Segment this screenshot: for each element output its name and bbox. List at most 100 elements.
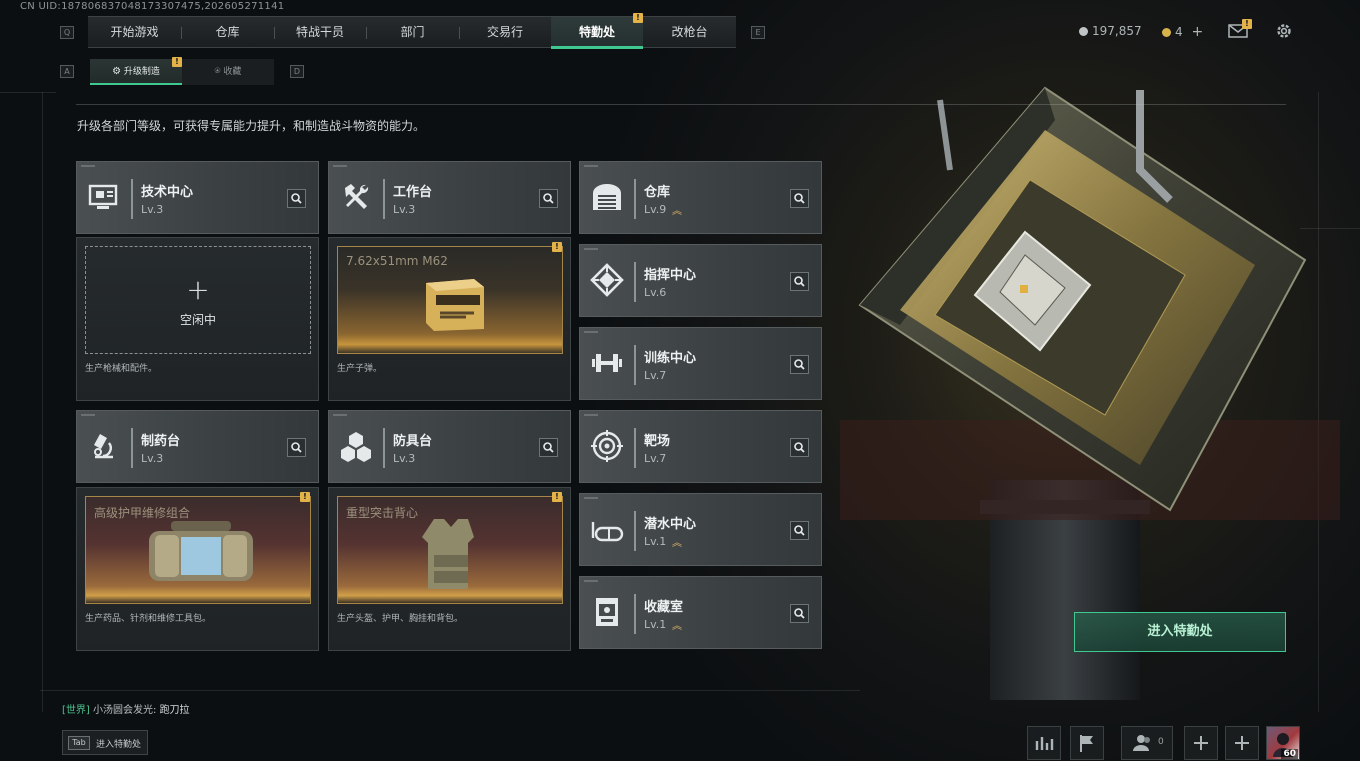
crafting-item-name: 7.62x51mm M62 (346, 254, 448, 268)
inspect-button[interactable] (790, 189, 809, 208)
mail-notice-badge: ! (1242, 19, 1252, 29)
card-divider (383, 179, 385, 219)
card-divider (131, 428, 133, 468)
subtab-collection-label: 收藏 (223, 67, 242, 77)
monitor-chip-icon (87, 180, 121, 214)
nav-tab-trading[interactable]: 交易行 (459, 17, 551, 48)
station-card-workbench[interactable]: 工作台 Lv.3 (328, 161, 571, 234)
nav-tab-gunsmith[interactable]: 改枪台 (643, 17, 736, 48)
coin-icon (1079, 27, 1088, 36)
station-name: 靶场 (644, 434, 671, 449)
station-card-training-center[interactable]: 训练中心 Lv.7 (579, 327, 822, 400)
upgrade-available-icon: ︽ (672, 538, 682, 549)
station-level: Lv.9 (644, 203, 667, 216)
station-name: 工作台 (393, 185, 433, 200)
add-slot-button[interactable] (1225, 726, 1259, 760)
tab-shortcut-hint[interactable]: Tab 进入特勤处 (62, 730, 148, 755)
settings-gear-icon[interactable] (1275, 22, 1293, 40)
card-corner-mark (584, 248, 598, 250)
production-desc: 生产枪械和配件。 (85, 364, 158, 374)
stats-button[interactable] (1027, 726, 1061, 760)
flag-icon (1080, 735, 1093, 752)
ammo-box-image (426, 279, 484, 331)
station-card-tech-center[interactable]: 技术中心 Lv.3 (76, 161, 319, 234)
add-token-button[interactable]: + (1191, 24, 1203, 40)
player-uid: CN UID:187806837048173307475,20260527114… (20, 1, 285, 12)
card-divider (383, 428, 385, 468)
card-corner-mark (81, 165, 95, 167)
magnifier-icon (794, 442, 805, 453)
idle-slot[interactable]: + 空闲中 (85, 246, 311, 354)
station-card-command-center[interactable]: 指挥中心 Lv.6 (579, 244, 822, 317)
card-corner-mark (584, 165, 598, 167)
inspect-button[interactable] (287, 438, 306, 457)
card-corner-mark (584, 580, 598, 582)
world-chat-line[interactable]: [世界] 小汤圆会发光: 跑刀拉 (62, 701, 190, 716)
crafting-item-window[interactable]: 7.62x51mm M62 (337, 246, 563, 354)
production-slot-armor-bench[interactable]: 重型突击背心 ! 生产头盔、护甲、胸挂和背包。 (328, 487, 571, 651)
station-level: Lv.6 (644, 286, 667, 299)
card-corner-mark (81, 414, 95, 416)
upgrade-available-icon: ︽ (672, 206, 682, 217)
subtab-upgrade-craft[interactable]: ⚙ 升级制造 (90, 59, 182, 85)
token-amount: 4 (1175, 25, 1183, 39)
gear-plus-icon: ⚙ (112, 66, 122, 77)
station-card-storage[interactable]: 仓库 Lv.9 ︽ (579, 161, 822, 234)
crafting-item-window[interactable]: 高级护甲维修组合 (85, 496, 311, 604)
nav-tab-operators[interactable]: 特战干员 (274, 17, 366, 48)
production-slot-tech-center[interactable]: + 空闲中 生产枪械和配件。 (76, 237, 319, 401)
friends-button[interactable]: 0 (1121, 726, 1173, 760)
station-level: Lv.3 (393, 452, 416, 465)
inspect-button[interactable] (539, 438, 558, 457)
station-card-pharmacy[interactable]: 制药台 Lv.3 (76, 410, 319, 483)
currency-amount: 197,857 (1092, 24, 1142, 38)
card-corner-mark (333, 414, 347, 416)
inspect-button[interactable] (539, 189, 558, 208)
nav-tab-special-ops[interactable]: 特勤处 (551, 17, 643, 49)
magnifier-icon (543, 442, 554, 453)
station-name: 指挥中心 (644, 268, 697, 283)
crafting-item-window[interactable]: 重型突击背心 (337, 496, 563, 604)
add-slot-button[interactable] (1184, 726, 1218, 760)
inspect-button[interactable] (790, 272, 809, 291)
diving-goggles-icon (590, 512, 624, 546)
flag-button[interactable] (1070, 726, 1104, 760)
special-ops-notice-badge: ! (633, 13, 643, 23)
station-card-shooting-range[interactable]: 靶场 Lv.7 (579, 410, 822, 483)
card-divider (634, 345, 636, 385)
key-hint-e: E (751, 26, 765, 39)
station-card-collection-room[interactable]: 收藏室 Lv.1 ︽ (579, 576, 822, 649)
inspect-button[interactable] (790, 604, 809, 623)
station-name: 防具台 (393, 434, 433, 449)
chat-message: 跑刀拉 (159, 705, 190, 716)
production-slot-pharmacy[interactable]: 高级护甲维修组合 ! 生产药品、针剂和维修工具包。 (76, 487, 319, 651)
production-notice-badge: ! (300, 492, 310, 502)
station-level: Lv.3 (141, 452, 164, 465)
cubes-icon (339, 429, 373, 463)
magnifier-icon (794, 525, 805, 536)
tab-shortcut-label: 进入特勤处 (96, 740, 142, 750)
inspect-button[interactable] (790, 355, 809, 374)
nav-tab-departments[interactable]: 部门 (366, 17, 459, 48)
enter-special-ops-button[interactable]: 进入特勤处 (1074, 612, 1286, 652)
player-avatar[interactable]: 60 (1266, 726, 1300, 760)
production-slot-workbench[interactable]: 7.62x51mm M62 ! 生产子弹。 (328, 237, 571, 401)
station-name: 训练中心 (644, 351, 697, 366)
currency-display[interactable]: 197,857 (1079, 24, 1142, 38)
token-display[interactable]: 4 + (1162, 24, 1203, 40)
card-divider (634, 262, 636, 302)
upgrade-notice-badge: ! (172, 57, 182, 67)
nav-tab-warehouse[interactable]: 仓库 (181, 17, 274, 48)
command-emblem-icon (590, 263, 624, 297)
station-card-armor-bench[interactable]: 防具台 Lv.3 (328, 410, 571, 483)
inspect-button[interactable] (790, 521, 809, 540)
subtab-collection[interactable]: ⍟ 收藏 (182, 59, 274, 85)
production-desc: 生产药品、针剂和维修工具包。 (85, 614, 212, 624)
inspect-button[interactable] (287, 189, 306, 208)
nav-tab-start-game[interactable]: 开始游戏 (88, 17, 181, 48)
station-card-diving-center[interactable]: 潜水中心 Lv.1 ︽ (579, 493, 822, 566)
dumbbell-icon (590, 346, 624, 380)
inspect-button[interactable] (790, 438, 809, 457)
production-desc: 生产头盔、护甲、胸挂和背包。 (337, 614, 464, 624)
card-divider (634, 511, 636, 551)
